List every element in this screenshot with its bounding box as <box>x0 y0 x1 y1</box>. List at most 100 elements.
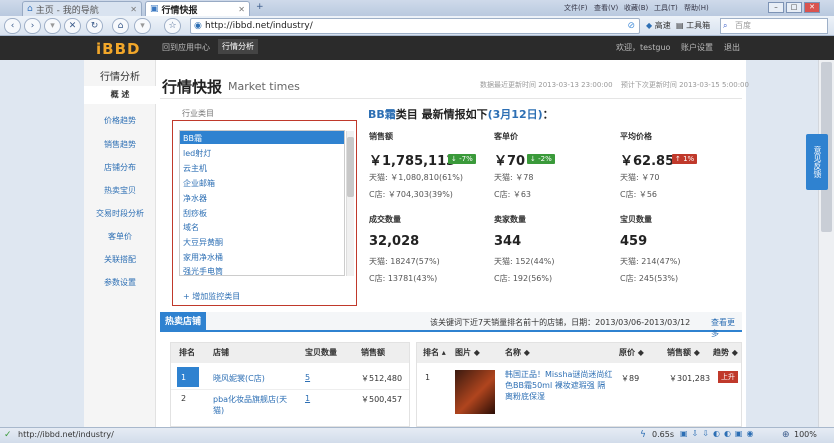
maximize-button[interactable]: □ <box>786 2 802 13</box>
industry-option[interactable]: 强光手电筒 <box>183 266 223 277</box>
account-settings-link[interactable]: 账户设置 <box>681 42 713 53</box>
app-header: iBBD 回到应用中心 行情分析 欢迎，testguo 账户设置 退出 <box>0 36 834 60</box>
nav-app-center[interactable]: 回到应用中心 <box>162 42 210 53</box>
col-shop[interactable]: 店铺 <box>213 343 229 363</box>
selected-highlight <box>180 131 344 144</box>
metric-tmall: 天猫: ￥78 <box>494 173 534 182</box>
summary-headline: BB霜类目 最新情报如下(3月12日)： <box>368 106 554 122</box>
home-icon: ⌂ <box>27 4 33 14</box>
item-link[interactable]: 韩国正品！Missha谜尚迷尚红色BB霜50ml 裸妆遮瑕强 隔离粉底保湿 <box>505 369 613 402</box>
speed-mode-toggle[interactable]: ◆ 高速 <box>646 20 671 31</box>
zoom-icon[interactable]: ⊕ <box>782 430 790 440</box>
dropdown-icon[interactable]: ▾ <box>134 18 151 34</box>
tab-title: 主页 - 我的导航 <box>35 5 99 16</box>
refresh-button[interactable]: ↻ <box>86 18 103 34</box>
search-box[interactable]: ⌕ 百度 <box>720 18 828 34</box>
dropdown-icon[interactable]: ▾ <box>44 18 61 34</box>
close-icon[interactable]: ✕ <box>130 5 137 14</box>
sidebar-item-hot-items[interactable]: 热卖宝贝 <box>84 185 156 196</box>
list-scrollbar[interactable] <box>346 131 354 276</box>
toolbox-icon: ▤ <box>676 21 684 30</box>
sidebar-item-shop-distribution[interactable]: 店铺分布 <box>84 162 156 173</box>
summary-category: BB霜 <box>368 108 396 121</box>
load-time: 0.65s <box>652 430 674 439</box>
shop-link[interactable]: 晓风妮裳(C店) <box>213 373 265 384</box>
close-window-button[interactable]: ✕ <box>804 2 820 13</box>
trend-badge: 上升 <box>718 371 738 383</box>
industry-option[interactable]: 刮痧板 <box>183 208 207 219</box>
sidebar-item-time-analysis[interactable]: 交易时段分析 <box>84 208 156 219</box>
col-sales[interactable]: 销售额 ◆ <box>667 343 700 363</box>
logout-link[interactable]: 退出 <box>724 42 740 53</box>
status-url: http://ibbd.net/industry/ <box>18 430 114 439</box>
sidebar-item-price-trend[interactable]: 价格趋势 <box>84 115 156 126</box>
page-subtitle: Market times <box>228 80 300 93</box>
metric-value: 32,028 <box>369 234 420 249</box>
add-category-link[interactable]: + 增加监控类目 <box>183 291 240 302</box>
col-rank[interactable]: 排名 ▴ <box>423 343 446 363</box>
nav-market-analysis[interactable]: 行情分析 <box>218 39 258 54</box>
sidebar-item-overview[interactable]: 概 述 <box>84 86 156 104</box>
metric-cshop: C店: 245(53%) <box>620 274 679 283</box>
industry-option[interactable]: 云主机 <box>183 163 207 174</box>
zoom-level[interactable]: 100% <box>794 430 817 439</box>
industry-option[interactable]: 企业邮箱 <box>183 178 215 189</box>
shop-item-count[interactable]: 5 <box>305 373 310 382</box>
shop-item-count[interactable]: 1 <box>305 394 310 403</box>
metric-tmall: 天猫: ￥1,080,810(61%) <box>369 173 463 182</box>
menu-view[interactable]: 查看(V) <box>594 3 618 13</box>
sidebar-item-bundles[interactable]: 关联搭配 <box>84 254 156 265</box>
status-bar: ✓ http://ibbd.net/industry/ ϟ 0.65s ▣⇩⇩◐… <box>0 427 834 443</box>
page-scrollbar[interactable] <box>818 60 834 427</box>
status-ok-icon: ✓ <box>4 430 12 440</box>
item-sales: ￥301,283 <box>669 374 711 383</box>
browser-tab-home[interactable]: ⌂ 主页 - 我的导航 ✕ <box>22 1 142 16</box>
shop-link[interactable]: pba化妆品旗舰店(天猫) <box>213 394 297 416</box>
col-trend[interactable]: 趋势 ◆ <box>713 343 738 363</box>
industry-category-panel: BB霜 led射灯 云主机 企业邮箱 净水器 刮痧板 域名 大豆异黄酮 家用净水… <box>172 120 357 306</box>
menu-tools[interactable]: 工具(T) <box>654 3 678 13</box>
stop-button[interactable]: ✕ <box>64 18 81 34</box>
sidebar-item-sales-trend[interactable]: 销售趋势 <box>84 139 156 150</box>
status-tool-icons[interactable]: ▣⇩⇩◐◐▣◉ <box>680 429 757 438</box>
feedback-button[interactable]: 意见反馈 <box>806 134 828 190</box>
industry-option[interactable]: BB霜 <box>183 133 202 144</box>
trend-badge: ↑ 1% <box>672 154 698 164</box>
industry-option[interactable]: 家用净水桶 <box>183 252 223 263</box>
speed-icon: ◆ <box>646 21 653 30</box>
sidebar-item-avg-order[interactable]: 客单价 <box>84 231 156 242</box>
close-icon[interactable]: ✕ <box>238 5 245 14</box>
col-rank[interactable]: 排名 <box>179 343 195 363</box>
sidebar-item-settings[interactable]: 参数设置 <box>84 277 156 288</box>
address-bar[interactable]: ◉ http://ibbd.net/industry/ ⊘ <box>190 18 640 34</box>
view-more-link[interactable]: 查看更多 <box>711 317 742 339</box>
col-sales[interactable]: 销售额 <box>361 343 385 363</box>
home-button[interactable]: ⌂ <box>112 18 129 34</box>
metric-cshop: C店: ￥63 <box>494 190 532 199</box>
favorites-star-icon[interactable]: ☆ <box>164 18 181 34</box>
metric-value: ￥62.85 <box>620 154 675 169</box>
menu-help[interactable]: 帮助(H) <box>684 3 709 13</box>
minimize-button[interactable]: – <box>768 2 784 13</box>
col-item-count[interactable]: 宝贝数量 <box>305 343 337 363</box>
industry-option[interactable]: 净水器 <box>183 193 207 204</box>
search-icon: ⌕ <box>723 21 728 30</box>
browser-tab-active[interactable]: ▣ 行情快报 ✕ <box>145 1 250 16</box>
metric-value: ￥1,785,113 <box>369 154 456 169</box>
new-tab-button[interactable]: + <box>256 2 264 12</box>
list-scroll-thumb[interactable] <box>347 137 354 197</box>
next-update-label: 预计下次更新时间 <box>620 81 677 89</box>
menu-favorites[interactable]: 收藏(B) <box>624 3 648 13</box>
toolbox-button[interactable]: ▤ 工具箱 <box>676 20 710 31</box>
forward-button[interactable]: › <box>24 18 41 34</box>
industry-option[interactable]: led射灯 <box>183 148 211 159</box>
metric-value: ￥70 <box>494 154 526 169</box>
industry-option[interactable]: 域名 <box>183 222 199 233</box>
col-name[interactable]: 名称 ◆ <box>505 343 530 363</box>
menu-file[interactable]: 文件(F) <box>564 3 588 13</box>
col-price[interactable]: 原价 ◆ <box>619 343 644 363</box>
col-image[interactable]: 图片 ◆ <box>455 343 480 363</box>
industry-option[interactable]: 大豆异黄酮 <box>183 237 223 248</box>
product-image[interactable] <box>455 370 495 414</box>
back-button[interactable]: ‹ <box>4 18 21 34</box>
